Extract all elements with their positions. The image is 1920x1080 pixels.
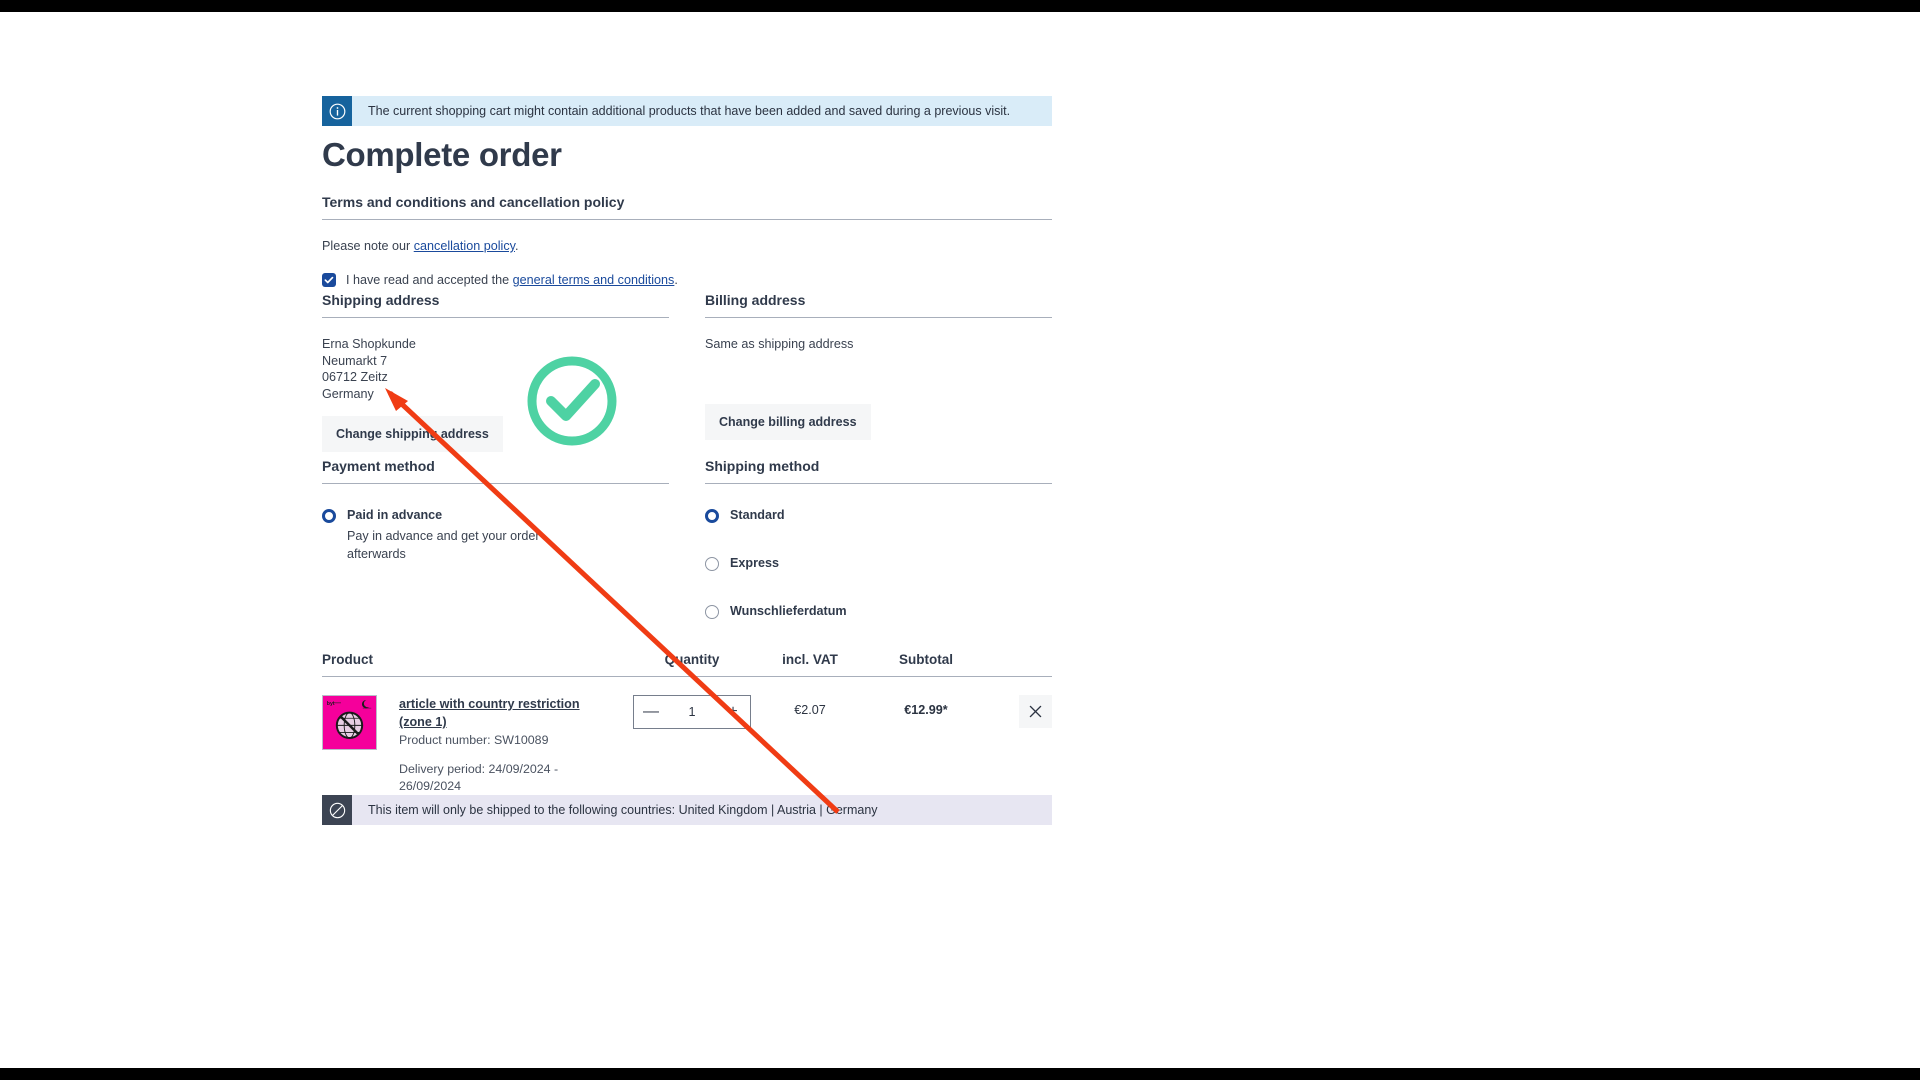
- product-table: Product Quantity incl. VAT Subtotal byt: [322, 652, 1052, 794]
- shipping-address-heading: Shipping address: [322, 292, 669, 318]
- product-info: article with country restriction (zone 1…: [399, 695, 614, 794]
- shipping-option-label: Express: [730, 556, 780, 570]
- payment-method-block: Payment method Paid in advance Pay in ad…: [322, 458, 669, 619]
- cancellation-note-prefix: Please note our: [322, 239, 414, 253]
- product-thumbnail[interactable]: byt: [322, 695, 377, 750]
- no-entry-icon: [322, 795, 352, 825]
- product-number: Product number: SW10089: [399, 733, 549, 747]
- payment-option-paid-in-advance[interactable]: Paid in advance Pay in advance and get y…: [322, 508, 669, 564]
- accept-terms-label: I have read and accepted the general ter…: [346, 273, 678, 287]
- accept-terms-prefix: I have read and accepted the: [346, 273, 513, 287]
- address-line: Neumarkt 7: [322, 353, 388, 368]
- radio-icon[interactable]: [322, 509, 336, 523]
- quantity-decrease-button[interactable]: —: [634, 704, 668, 720]
- payment-option-title: Paid in advance: [347, 508, 443, 522]
- accept-terms-checkbox[interactable]: [322, 273, 336, 287]
- payment-option-label: Paid in advance Pay in advance and get y…: [347, 508, 547, 564]
- shipping-address-block: Shipping address Erna Shopkunde Neumarkt…: [322, 292, 669, 452]
- methods-grid: Payment method Paid in advance Pay in ad…: [322, 458, 1052, 619]
- cancellation-note: Please note our cancellation policy.: [322, 239, 1052, 253]
- quantity-cell: — 1 +: [630, 695, 754, 729]
- radio-icon[interactable]: [705, 605, 719, 619]
- billing-address-text: Same as shipping address: [705, 337, 854, 351]
- column-header-subtotal: Subtotal: [899, 652, 953, 667]
- billing-address-heading: Billing address: [705, 292, 1052, 318]
- product-name-link[interactable]: article with country restriction (zone 1…: [399, 697, 580, 729]
- shipping-option-wunschlieferdatum[interactable]: Wunschlieferdatum: [705, 604, 1052, 619]
- cancellation-note-suffix: .: [515, 239, 519, 253]
- column-header-product: Product: [322, 652, 374, 667]
- shipping-option-label: Wunschlieferdatum: [730, 604, 847, 618]
- close-icon: [1029, 705, 1042, 718]
- terms-heading: Terms and conditions and cancellation po…: [322, 194, 1052, 220]
- address-line: Germany: [322, 387, 374, 402]
- country-restriction-notice: This item will only be shipped to the fo…: [322, 795, 1052, 825]
- shipping-option-label: Standard: [730, 508, 785, 522]
- checkout-page: The current shopping cart might contain …: [0, 12, 1920, 1068]
- quantity-stepper[interactable]: — 1 +: [633, 695, 751, 729]
- payment-option-description: Pay in advance and get your order afterw…: [347, 529, 540, 562]
- quantity-value[interactable]: 1: [668, 705, 716, 719]
- radio-icon[interactable]: [705, 509, 719, 523]
- addresses-grid: Shipping address Erna Shopkunde Neumarkt…: [322, 292, 1052, 452]
- radio-icon[interactable]: [705, 557, 719, 571]
- vat-amount: €2.07: [794, 703, 826, 717]
- subtotal-amount: €12.99*: [904, 703, 948, 717]
- accept-terms-row[interactable]: I have read and accepted the general ter…: [322, 273, 1052, 287]
- column-header-quantity: Quantity: [664, 652, 720, 667]
- info-circle-icon: [322, 96, 352, 126]
- svg-text:byt: byt: [327, 701, 335, 707]
- cancellation-policy-link[interactable]: cancellation policy: [414, 239, 515, 253]
- shipping-method-heading: Shipping method: [705, 458, 1052, 484]
- actions-cell: [986, 695, 1052, 728]
- table-row: byt article with country restriction (zo…: [322, 677, 1052, 794]
- shipping-option-express[interactable]: Express: [705, 556, 1052, 571]
- general-terms-link[interactable]: general terms and conditions: [513, 273, 675, 287]
- address-line: Erna Shopkunde: [322, 337, 416, 351]
- shipping-option-standard[interactable]: Standard: [705, 508, 1052, 523]
- cart-info-banner: The current shopping cart might contain …: [322, 96, 1052, 126]
- country-restriction-text: This item will only be shipped to the fo…: [352, 795, 1052, 825]
- address-line: 06712 Zeitz: [322, 370, 388, 385]
- billing-address-block: Billing address Same as shipping address…: [705, 292, 1052, 452]
- change-shipping-address-button[interactable]: Change shipping address: [322, 415, 503, 452]
- quantity-increase-button[interactable]: +: [716, 704, 750, 720]
- remove-item-button[interactable]: [1019, 695, 1052, 728]
- product-table-header: Product Quantity incl. VAT Subtotal: [322, 652, 1052, 677]
- terms-section: Terms and conditions and cancellation po…: [322, 194, 1052, 287]
- cart-info-banner-text: The current shopping cart might contain …: [352, 96, 1052, 126]
- product-cell: byt article with country restriction (zo…: [322, 695, 630, 794]
- page-title: Complete order: [322, 136, 562, 173]
- accept-terms-suffix: .: [674, 273, 678, 287]
- column-header-vat: incl. VAT: [782, 652, 838, 667]
- shipping-address-lines: Erna Shopkunde Neumarkt 7 06712 Zeitz Ge…: [322, 336, 669, 403]
- payment-method-heading: Payment method: [322, 458, 669, 484]
- shipping-method-block: Shipping method Standard Express Wunschl…: [705, 458, 1052, 619]
- change-billing-address-button[interactable]: Change billing address: [705, 403, 871, 440]
- product-delivery-period: Delivery period: 24/09/2024 - 26/09/2024: [399, 762, 559, 793]
